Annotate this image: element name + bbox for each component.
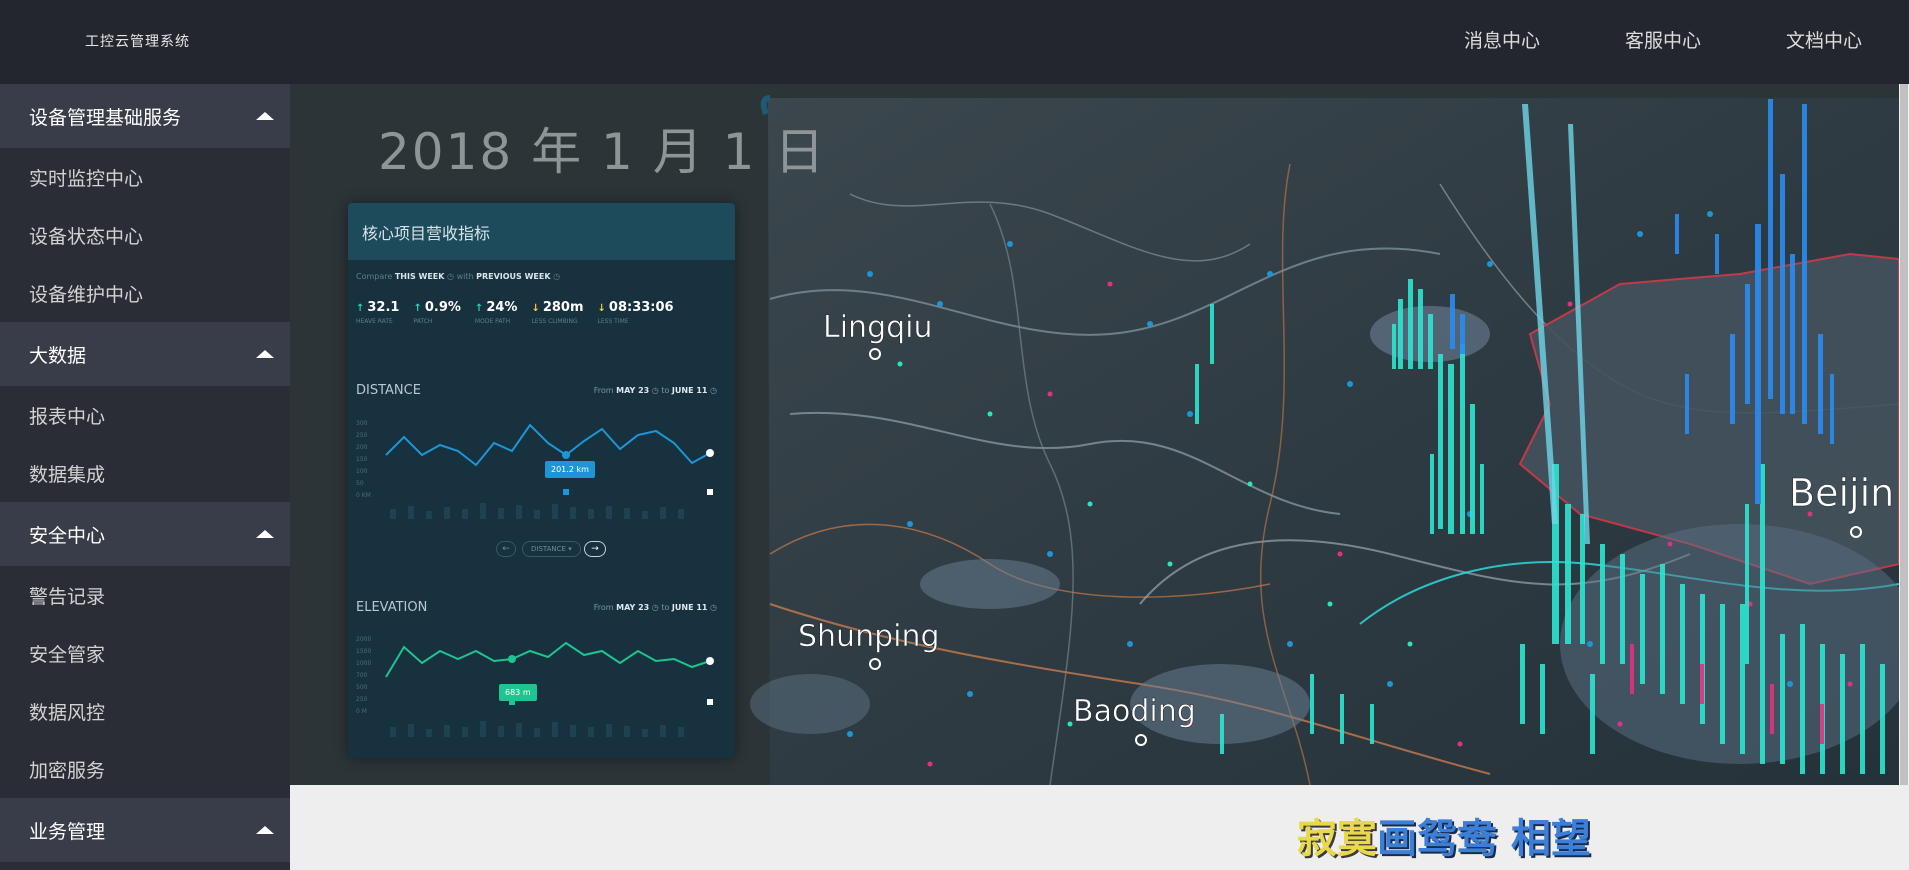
- arrow-down-icon: ↓: [597, 303, 606, 314]
- sidebar-item-security-keeper[interactable]: 安全管家: [0, 624, 290, 682]
- sidebar-group-label: 业务管理: [29, 820, 106, 843]
- dashboard-card: 核心项目营收指标 Compare THIS WEEK ◷ with PREVIO…: [348, 203, 735, 758]
- arrow-right-icon[interactable]: →: [584, 541, 606, 557]
- elevation-chart: 2000 1500 1000 700 500 250 0 M: [356, 636, 714, 737]
- svg-text:700: 700: [356, 672, 368, 679]
- arrow-left-icon[interactable]: ←: [496, 541, 516, 557]
- banner-image: Lingqiu Shunping Baoding Beijin 2018 年 1…: [290, 84, 1899, 785]
- sidebar-group-bigdata[interactable]: 大数据: [0, 322, 290, 386]
- caret-up-icon: [256, 350, 274, 358]
- map-label-shunping: Shunping: [798, 619, 940, 654]
- arrow-up-icon: ↑: [356, 303, 365, 314]
- sidebar-group-security[interactable]: 安全中心: [0, 502, 290, 566]
- compare-with: with: [456, 272, 474, 281]
- svg-text:50: 50: [356, 480, 364, 487]
- stat-item: ↓ 280m LESS CLIMBING: [531, 300, 584, 325]
- svg-text:0 M: 0 M: [356, 708, 367, 715]
- sidebar-item-realtime-monitor[interactable]: 实时监控中心: [0, 148, 290, 206]
- svg-text:0 KM: 0 KM: [356, 492, 371, 499]
- sidebar-item-data-risk[interactable]: 数据风控: [0, 682, 290, 740]
- card-title: 核心项目营收指标: [348, 203, 735, 260]
- svg-text:1500: 1500: [356, 648, 371, 655]
- stats-row: ↑ 32.1 HEAVE RATE ↑ 0.9% PATCH ↑ 24% MODE PATH…: [356, 300, 674, 325]
- map-label-lingqiu: Lingqiu: [823, 310, 933, 345]
- elevation-tooltip: 683 m: [499, 684, 537, 701]
- svg-text:1000: 1000: [356, 660, 371, 667]
- distance-select[interactable]: DISTANCE ▾: [522, 541, 581, 557]
- compare-previous-week[interactable]: PREVIOUS WEEK: [476, 272, 550, 281]
- sidebar-group-device-mgmt[interactable]: 设备管理基础服务: [0, 84, 290, 148]
- arrow-down-icon: ↓: [531, 303, 540, 314]
- top-nav: 消息中心 客服中心 文档中心: [1464, 26, 1862, 53]
- sidebar-item-device-status[interactable]: 设备状态中心: [0, 206, 290, 264]
- caret-up-icon: [256, 826, 274, 834]
- nav-customer-service[interactable]: 客服中心: [1625, 26, 1701, 53]
- svg-text:250: 250: [356, 432, 368, 439]
- svg-text:2000: 2000: [356, 636, 371, 643]
- compare-this-week[interactable]: THIS WEEK: [395, 272, 445, 281]
- nav-message-center[interactable]: 消息中心: [1464, 26, 1540, 53]
- stat-item: ↑ 0.9% PATCH: [413, 300, 461, 325]
- sidebar: 设备管理基础服务 实时监控中心 设备状态中心 设备维护中心 大数据 报表中心 数…: [0, 84, 290, 870]
- stat-item: ↑ 32.1 HEAVE RATE: [356, 300, 400, 325]
- banner-date: 2018 年 1 月 1 日: [378, 123, 827, 181]
- app-title: 工控云管理系统: [85, 34, 190, 50]
- caret-up-icon: [256, 530, 274, 538]
- scrollbar-thumb[interactable]: [1900, 84, 1908, 785]
- sidebar-group-label: 设备管理基础服务: [29, 106, 182, 129]
- svg-text:100: 100: [356, 468, 368, 475]
- sidebar-item-encryption[interactable]: 加密服务: [0, 740, 290, 798]
- sidebar-group-label: 安全中心: [29, 524, 106, 547]
- sidebar-group-business[interactable]: 业务管理: [0, 798, 290, 862]
- arrow-up-icon: ↑: [413, 303, 422, 314]
- top-bar: 工控云管理系统 消息中心 客服中心 文档中心: [0, 0, 1909, 84]
- map-label-baoding: Baoding: [1073, 694, 1196, 729]
- sidebar-item-alert-records[interactable]: 警告记录: [0, 566, 290, 624]
- elevation-range: From MAY 23 ◷ to JUNE 11 ◷: [593, 603, 717, 612]
- sidebar-item-report-center[interactable]: 报表中心: [0, 386, 290, 444]
- distance-tooltip: 201.2 km: [545, 461, 595, 478]
- svg-text:200: 200: [356, 444, 368, 451]
- svg-text:250: 250: [356, 696, 368, 703]
- svg-text:500: 500: [356, 684, 368, 691]
- arrow-up-icon: ↑: [474, 303, 484, 314]
- compare-prefix: Compare: [356, 272, 393, 281]
- svg-text:300: 300: [356, 420, 368, 427]
- elevation-title: ELEVATION: [356, 600, 428, 615]
- nav-document-center[interactable]: 文档中心: [1786, 26, 1862, 53]
- svg-text:150: 150: [356, 456, 368, 463]
- sidebar-item-device-maintenance[interactable]: 设备维护中心: [0, 264, 290, 322]
- map-label-beijing: Beijin: [1789, 471, 1894, 515]
- footer-slogan: 寂寞画鸳鸯 相望: [1297, 816, 1591, 862]
- distance-title: DISTANCE: [356, 383, 421, 398]
- compare-row: Compare THIS WEEK ◷ with PREVIOUS WEEK ◷: [356, 272, 561, 281]
- stat-item: ↓ 08:33:06 LESS TIME: [597, 300, 674, 325]
- stat-item: ↑ 24% MODE PATH: [474, 300, 518, 325]
- vertical-scrollbar[interactable]: [1899, 84, 1909, 785]
- main-content: Lingqiu Shunping Baoding Beijin 2018 年 1…: [290, 84, 1909, 870]
- sidebar-group-label: 大数据: [29, 344, 87, 367]
- distance-range: From MAY 23 ◷ to JUNE 11 ◷: [593, 386, 717, 395]
- sidebar-item-data-integration[interactable]: 数据集成: [0, 444, 290, 502]
- distance-chart: 300 250 200 150 100 50 0 KM: [356, 420, 714, 519]
- caret-up-icon: [256, 112, 274, 120]
